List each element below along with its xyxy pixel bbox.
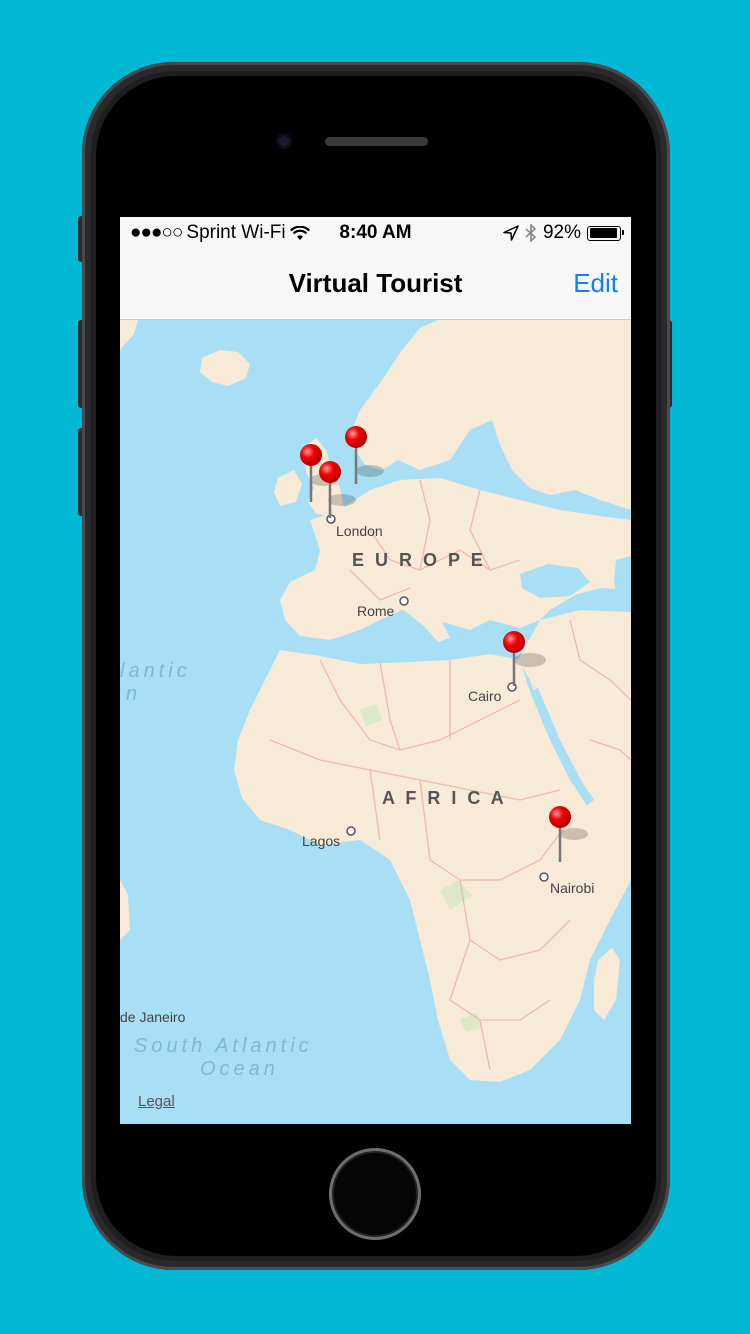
- edit-button[interactable]: Edit: [573, 268, 618, 299]
- battery-percent: 92%: [542, 222, 581, 243]
- front-camera: [276, 133, 292, 149]
- city-label-cairo: Cairo: [468, 688, 502, 704]
- screen: ●●●○○ Sprint Wi-Fi 8:40 AM 92% Virtual T…: [120, 217, 631, 1124]
- ocean-label-ocean-fragment: n: [126, 683, 141, 705]
- ocean-label-ocean: Ocean: [200, 1058, 279, 1080]
- continent-label-africa: A F R I C A: [382, 788, 507, 808]
- city-label-rio: de Janeiro: [120, 1009, 186, 1025]
- legal-link[interactable]: Legal: [138, 1093, 175, 1110]
- city-label-london: London: [336, 523, 383, 539]
- city-label-lagos: Lagos: [302, 833, 340, 849]
- navigation-bar: Virtual Tourist Edit: [120, 249, 631, 320]
- city-label-rome: Rome: [357, 603, 395, 619]
- map-view[interactable]: London Rome Cairo Lagos Nairobi de Janei…: [120, 320, 631, 1124]
- continent-label-europe: E U R O P E: [352, 550, 486, 570]
- location-arrow-icon: [503, 225, 519, 241]
- status-bar: ●●●○○ Sprint Wi-Fi 8:40 AM 92%: [120, 217, 631, 249]
- earpiece-speaker: [325, 137, 428, 146]
- bluetooth-icon: [525, 224, 537, 242]
- home-button[interactable]: [329, 1148, 421, 1240]
- city-label-nairobi: Nairobi: [550, 880, 594, 896]
- page-title: Virtual Tourist: [288, 268, 463, 298]
- ocean-label-atlantic-fragment: lantic: [120, 660, 191, 682]
- ocean-label-south-atlantic: South Atlantic: [134, 1035, 313, 1057]
- battery-icon: [587, 225, 624, 241]
